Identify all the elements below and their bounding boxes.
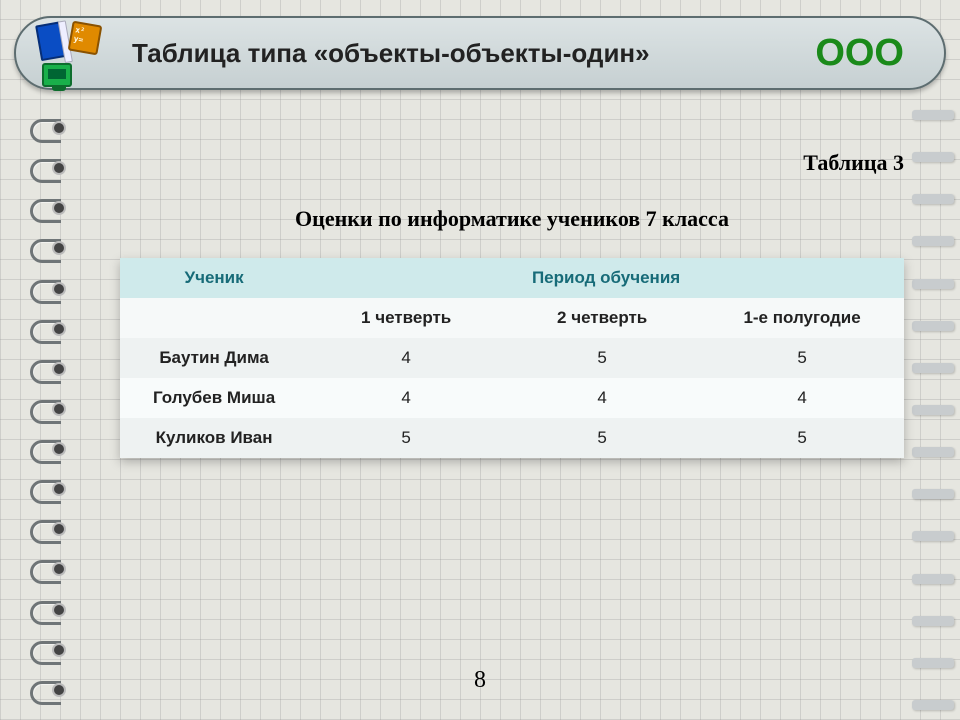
grades-table: Ученик Период обучения 1 четверть 2 четв… xyxy=(120,258,904,458)
slide-content: Таблица 3 Оценки по информатике учеников… xyxy=(120,150,904,458)
table-row: Баутин Дима 4 5 5 xyxy=(120,338,904,378)
col-student: Ученик xyxy=(120,258,308,298)
grade-cell: 5 xyxy=(504,418,700,458)
grade-cell: 5 xyxy=(700,418,904,458)
slide-title: Таблица типа «объекты-объекты-один» xyxy=(132,38,815,69)
student-name: Куликов Иван xyxy=(120,418,308,458)
col-q1: 1 четверть xyxy=(308,298,504,338)
col-blank xyxy=(120,298,308,338)
logo-icon: х²у= xyxy=(34,19,102,87)
grade-cell: 5 xyxy=(504,338,700,378)
right-decor xyxy=(912,110,954,710)
table-row: Голубев Миша 4 4 4 xyxy=(120,378,904,418)
page-number: 8 xyxy=(0,667,960,694)
spiral-binding xyxy=(30,108,66,710)
grade-cell: 5 xyxy=(308,418,504,458)
grade-cell: 4 xyxy=(700,378,904,418)
grade-cell: 4 xyxy=(308,378,504,418)
grade-cell: 4 xyxy=(504,378,700,418)
slide-badge: ООО xyxy=(815,32,904,75)
table-row: Куликов Иван 5 5 5 xyxy=(120,418,904,458)
table-caption: Оценки по информатике учеников 7 класса xyxy=(120,206,904,232)
student-name: Баутин Дима xyxy=(120,338,308,378)
col-period: Период обучения xyxy=(308,258,904,298)
grade-cell: 5 xyxy=(700,338,904,378)
col-h1: 1-е полугодие xyxy=(700,298,904,338)
slide-header: х²у= Таблица типа «объекты-объекты-один»… xyxy=(14,16,946,90)
student-name: Голубев Миша xyxy=(120,378,308,418)
col-q2: 2 четверть xyxy=(504,298,700,338)
table-label: Таблица 3 xyxy=(120,150,904,176)
grade-cell: 4 xyxy=(308,338,504,378)
